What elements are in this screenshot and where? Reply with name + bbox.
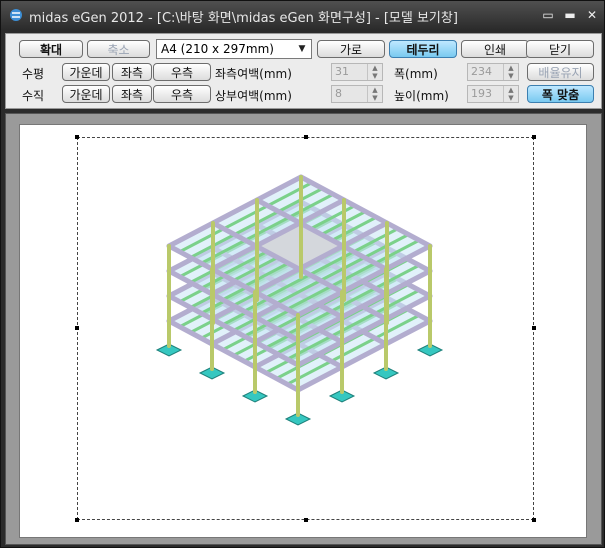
zoom-out-button[interactable]: 축소 — [87, 40, 150, 58]
height-value: 193 — [471, 87, 492, 100]
left-margin-label: 좌측여백(mm) — [215, 67, 292, 81]
horizontal-left-button[interactable]: 좌측 — [112, 63, 152, 81]
horizontal-right-button[interactable]: 우측 — [153, 63, 211, 81]
spin-arrows-icon[interactable]: ▲ ▼ — [503, 64, 518, 80]
top-margin-spinner[interactable]: 8 ▲ ▼ — [331, 85, 383, 103]
height-label: 높이(mm) — [394, 89, 449, 103]
minimize-icon[interactable]: ▬ — [562, 7, 578, 23]
vertical-label: 수직 — [22, 89, 45, 103]
top-margin-label: 상부여백(mm) — [215, 89, 292, 103]
horizontal-label: 수평 — [22, 67, 45, 81]
paper-sheet — [19, 124, 587, 538]
height-spinner[interactable]: 193 ▲ ▼ — [467, 85, 519, 103]
window-title: midas eGen 2012 - [C:\바탕 화면\midas eGen 화… — [29, 11, 458, 26]
chevron-down-icon[interactable]: ▼ — [295, 42, 309, 56]
print-preview-toolbar: 확대 축소 A4 (210 x 297mm) ▼ 가로 테두리 인쇄 닫기 수평… — [5, 33, 602, 109]
spin-arrows-icon[interactable]: ▲ ▼ — [367, 86, 382, 102]
spin-arrows-icon[interactable]: ▲ ▼ — [367, 64, 382, 80]
close-button[interactable]: 닫기 — [526, 40, 594, 58]
width-label: 폭(mm) — [394, 67, 438, 81]
border-button[interactable]: 테두리 — [389, 40, 457, 58]
width-value: 234 — [471, 65, 492, 78]
app-icon — [10, 9, 22, 21]
spin-arrows-icon[interactable]: ▲ ▼ — [503, 86, 518, 102]
zoom-in-button[interactable]: 확대 — [19, 40, 83, 58]
left-margin-value: 31 — [335, 65, 349, 78]
preview-canvas — [5, 113, 602, 545]
keep-ratio-button[interactable]: 배율유지 — [527, 63, 594, 81]
top-margin-value: 8 — [335, 87, 342, 100]
print-button[interactable]: 인쇄 — [461, 40, 529, 58]
horizontal-center-button[interactable]: 가운데 — [62, 63, 110, 81]
landscape-button[interactable]: 가로 — [317, 40, 385, 58]
preview-window: midas eGen 2012 - [C:\바탕 화면\midas eGen 화… — [0, 0, 605, 548]
fit-width-button[interactable]: 폭 맞춤 — [527, 85, 594, 103]
restore-icon[interactable]: ▭ — [540, 7, 556, 23]
vertical-center-button[interactable]: 가운데 — [62, 85, 110, 103]
structural-model-view — [155, 174, 444, 426]
close-icon[interactable]: ✕ — [584, 7, 600, 23]
width-spinner[interactable]: 234 ▲ ▼ — [467, 63, 519, 81]
paper-size-select[interactable]: A4 (210 x 297mm) ▼ — [156, 39, 312, 59]
paper-size-value: A4 (210 x 297mm) — [161, 42, 274, 56]
left-margin-spinner[interactable]: 31 ▲ ▼ — [331, 63, 383, 81]
vertical-left-button[interactable]: 좌측 — [112, 85, 152, 103]
title-bar[interactable]: midas eGen 2012 - [C:\바탕 화면\midas eGen 화… — [1, 1, 604, 29]
vertical-right-button[interactable]: 우측 — [153, 85, 211, 103]
